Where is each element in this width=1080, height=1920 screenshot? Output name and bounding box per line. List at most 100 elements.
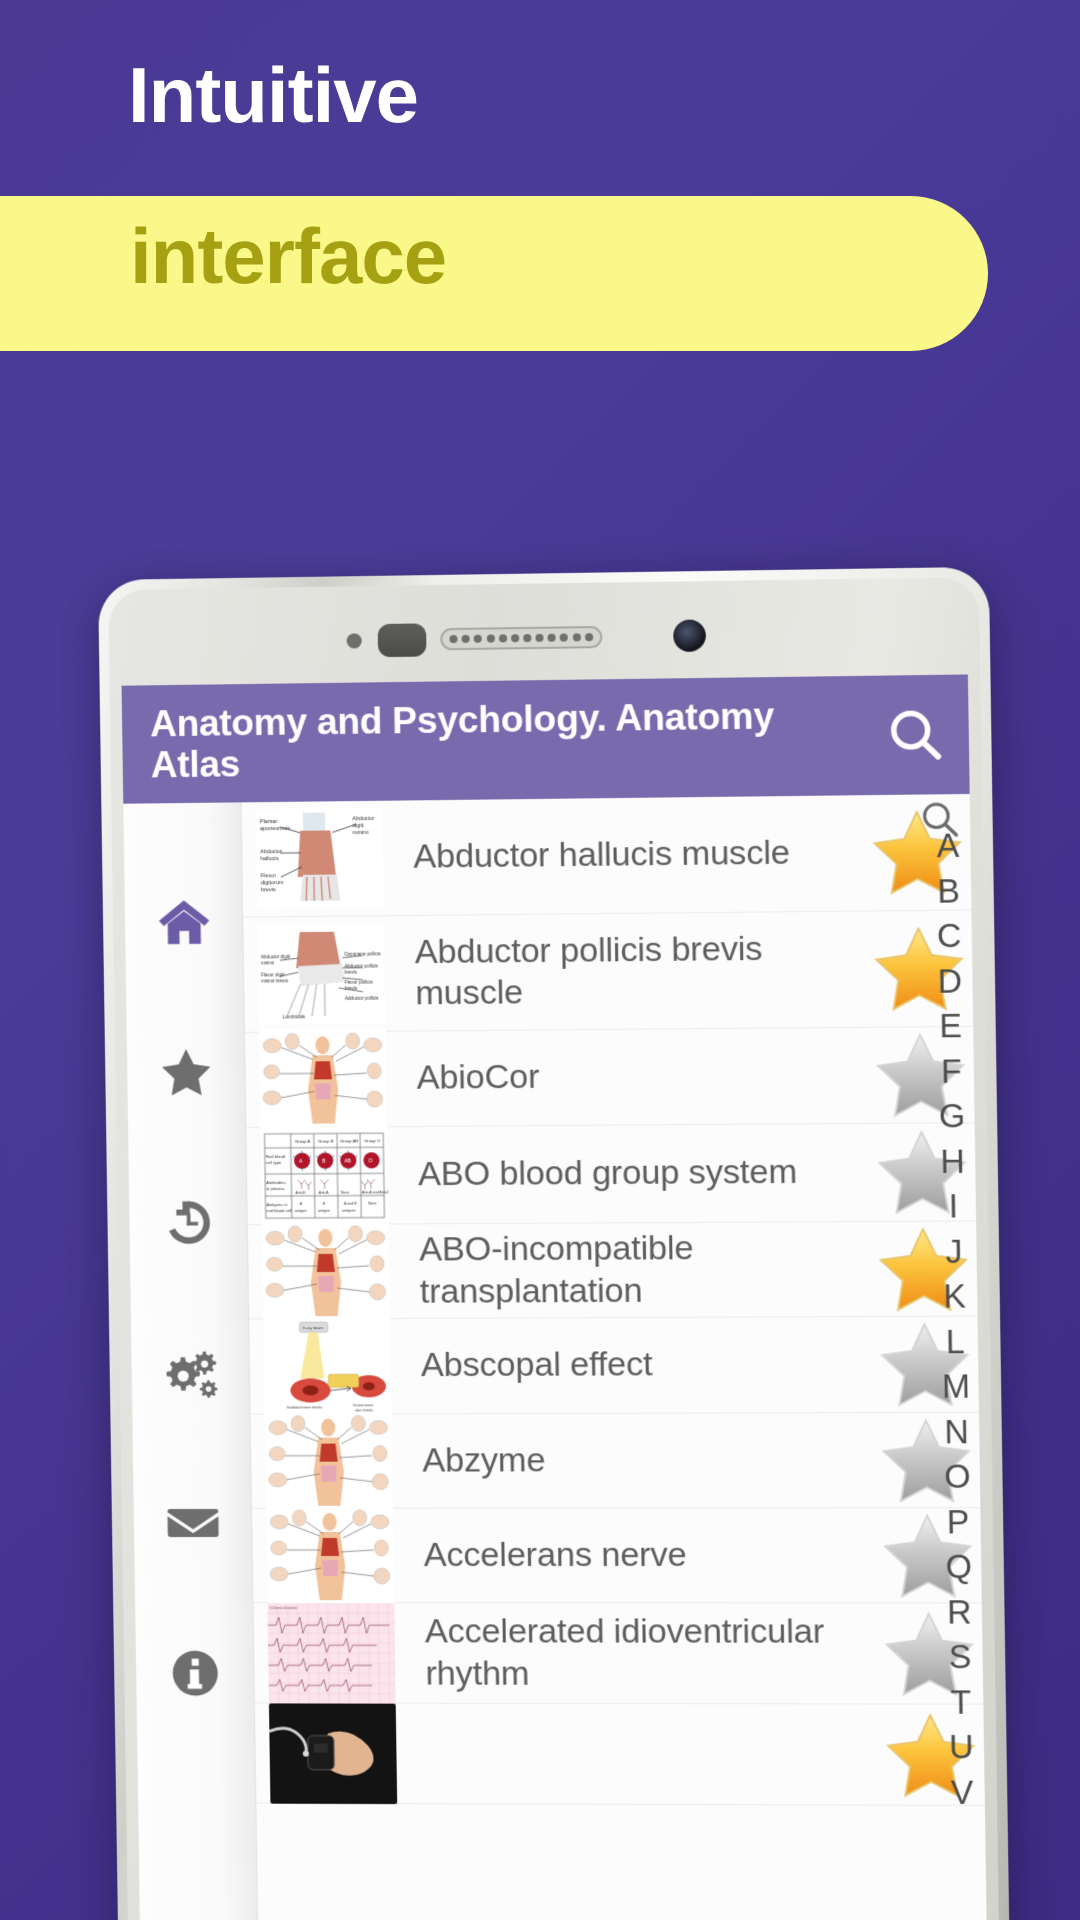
row-thumbnail: II 25mm/s 10mm/mV [267, 1602, 396, 1704]
table-row[interactable] [254, 1702, 985, 1806]
pulse-oximeter-photo-icon [268, 1702, 398, 1804]
star-icon-empty [876, 1317, 974, 1412]
svg-text:O: O [368, 1158, 372, 1164]
app-body: Plantar aponeurosis Abductor hallucis Fl… [123, 793, 988, 1920]
sidebar-item-settings[interactable] [130, 1297, 250, 1448]
table-row[interactable]: ABO-incompatible transplantation [247, 1221, 978, 1322]
favorite-toggle[interactable] [870, 1221, 978, 1317]
proximity-sensor-icon [346, 633, 362, 649]
promo-yellow-band: interface [0, 196, 988, 351]
svg-text:Antigens in: Antigens in [267, 1202, 289, 1207]
row-thumbnail [266, 1505, 395, 1606]
star-icon-filled [882, 1707, 980, 1802]
row-label: ABO-incompatible transplantation [418, 1229, 694, 1311]
table-row[interactable]: Abductor digiti minimi Flexor digiti min… [243, 910, 974, 1033]
phone-top-bezel [108, 577, 980, 686]
svg-text:Flexor pollicis: Flexor pollicis [345, 980, 374, 985]
svg-text:Flexor: Flexor [261, 873, 277, 879]
row-label: Abductor pollicis brevis muscle [414, 929, 763, 1013]
favorite-toggle[interactable] [871, 1317, 979, 1412]
svg-text:Anti-B: Anti-B [295, 1191, 305, 1195]
svg-text:minimi brevis: minimi brevis [261, 978, 289, 983]
star-icon-empty [881, 1606, 979, 1701]
svg-text:digitorum: digitorum [261, 880, 284, 886]
sensor-pill-icon [377, 623, 427, 658]
svg-text:Flexor digiti: Flexor digiti [261, 972, 285, 977]
sidebar-item-favorites[interactable] [126, 997, 246, 1148]
sidebar-item-history[interactable] [128, 1147, 248, 1298]
settings-gears-icon [165, 1351, 218, 1398]
favorite-toggle[interactable] [874, 1508, 982, 1603]
phone-device-mockup: Anatomy and Psychology. Anatomy Atlas Pl… [98, 566, 1011, 1920]
table-row[interactable]: Plantar aponeurosis Abductor hallucis Fl… [241, 793, 972, 918]
svg-text:Group B: Group B [318, 1139, 334, 1144]
table-row[interactable]: Group A Group B Group AB Group O Red blo… [246, 1123, 977, 1227]
star-icon-filled [875, 1221, 973, 1317]
earpiece-speaker-icon [440, 625, 603, 651]
sidebar-item-about[interactable] [135, 1598, 255, 1748]
row-thumbnail [264, 1410, 393, 1512]
favorite-toggle[interactable] [875, 1606, 983, 1701]
favorite-toggle[interactable] [868, 1124, 976, 1220]
front-camera-icon [673, 619, 707, 653]
table-row[interactable]: AbioCor [244, 1026, 975, 1130]
svg-text:antigen: antigen [295, 1209, 307, 1213]
row-label: Abzyme [422, 1440, 546, 1480]
search-icon [883, 703, 947, 767]
foot-muscle-diagram-icon: Plantar aponeurosis Abductor hallucis Fl… [255, 807, 384, 910]
favorite-toggle[interactable] [863, 804, 971, 900]
svg-text:II 25mm/s 10mm/mV: II 25mm/s 10mm/mV [270, 1606, 298, 1610]
search-button[interactable] [866, 675, 966, 796]
svg-text:antigens: antigens [342, 1209, 356, 1213]
table-row[interactable]: Accelerans nerve [252, 1505, 982, 1606]
row-label [396, 1753, 877, 1754]
sidebar-item-contact[interactable] [132, 1448, 252, 1598]
favorite-toggle[interactable] [865, 921, 973, 1017]
row-label: Accelerated idioventricular rhythm [424, 1612, 825, 1693]
svg-text:None: None [341, 1191, 350, 1195]
home-icon [158, 900, 209, 945]
svg-text:Group O: Group O [364, 1138, 381, 1143]
row-thumbnail: X-ray beam Irradiated tumor shrinks Dist… [263, 1315, 392, 1417]
table-row[interactable]: Abzyme [250, 1410, 981, 1512]
svg-text:brevis: brevis [261, 887, 276, 893]
body-organs-diagram-icon [266, 1505, 395, 1606]
star-icon-filled [870, 921, 968, 1017]
svg-text:X-ray beam: X-ray beam [303, 1325, 324, 1330]
star-icon-empty [878, 1412, 976, 1507]
svg-text:minimi: minimi [261, 960, 274, 965]
app-screen: Anatomy and Psychology. Anatomy Atlas Pl… [121, 674, 988, 1920]
favorite-toggle[interactable] [872, 1412, 980, 1507]
svg-text:A and B: A and B [344, 1202, 357, 1206]
app-title: Anatomy and Psychology. Anatomy Atlas [149, 694, 775, 786]
row-label: AbioCor [416, 1057, 540, 1098]
svg-text:Abductor: Abductor [260, 849, 282, 855]
row-label: Abscopal effect [420, 1345, 653, 1385]
svg-text:antigen: antigen [318, 1209, 330, 1213]
svg-text:Group AB: Group AB [340, 1138, 359, 1143]
body-organs-diagram-icon [261, 1221, 391, 1322]
svg-text:Plantar: Plantar [260, 819, 278, 825]
ecg-strip-icon: II 25mm/s 10mm/mV [267, 1602, 396, 1704]
table-row[interactable]: X-ray beam Irradiated tumor shrinks Dist… [249, 1315, 979, 1417]
body-organs-diagram-icon [258, 1028, 388, 1130]
promo-headline-line1: Intuitive [128, 51, 419, 139]
app-header-bar: Anatomy and Psychology. Anatomy Atlas [121, 674, 970, 804]
entry-list[interactable]: Plantar aponeurosis Abductor hallucis Fl… [241, 793, 988, 1920]
svg-text:in plasma: in plasma [266, 1186, 285, 1191]
body-organs-diagram-icon [264, 1410, 393, 1512]
row-thumbnail: Group A Group B Group AB Group O Red blo… [260, 1125, 389, 1227]
star-icon-filled [868, 804, 966, 900]
table-row[interactable]: II 25mm/s 10mm/mV Accelerated idioventri… [253, 1602, 984, 1705]
svg-text:Abductor: Abductor [352, 816, 374, 822]
sidebar-item-home[interactable] [123, 846, 243, 997]
row-thumbnail: Plantar aponeurosis Abductor hallucis Fl… [255, 807, 384, 910]
svg-text:AB: AB [344, 1158, 351, 1164]
star-icon-empty [872, 1027, 970, 1123]
svg-text:Adductor pollicis: Adductor pollicis [345, 996, 379, 1001]
svg-text:Red blood: Red blood [266, 1154, 286, 1159]
favorite-toggle[interactable] [877, 1707, 985, 1802]
star-icon-empty [873, 1124, 971, 1220]
favorite-toggle[interactable] [867, 1027, 975, 1123]
svg-text:None: None [368, 1201, 377, 1205]
